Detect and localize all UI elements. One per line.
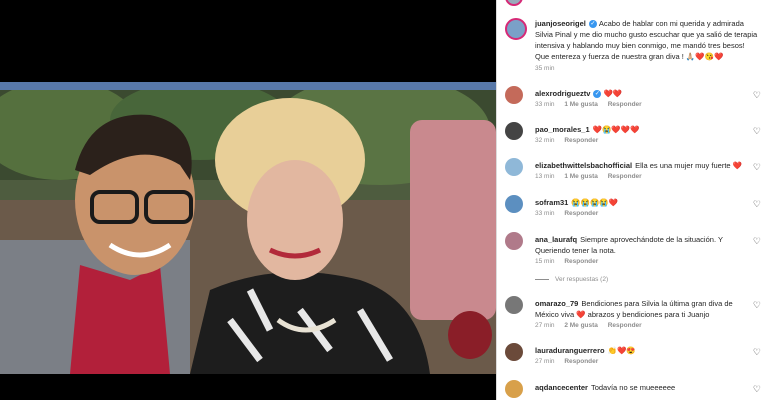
comment-username[interactable]: ana_laurafq	[535, 235, 577, 244]
reply-button[interactable]: Responder	[564, 258, 598, 265]
author-avatar[interactable]	[505, 18, 527, 40]
verified-icon: ✓	[593, 90, 602, 99]
reply-button[interactable]: Responder	[564, 210, 598, 217]
comment-time: 27 min	[535, 322, 555, 329]
reply-button[interactable]: Responder	[564, 358, 598, 365]
caption-username[interactable]: juanjoseorigel	[535, 19, 586, 28]
caption-time: 35 min	[535, 65, 555, 72]
comment-username[interactable]: lauraduranguerrero	[535, 346, 605, 355]
comment-time: 13 min	[535, 173, 555, 180]
like-heart-icon[interactable]: ♡	[753, 90, 761, 101]
avatar[interactable]	[505, 195, 523, 213]
photo-illustration	[0, 90, 496, 374]
comment-username[interactable]: pao_morales_1	[535, 125, 590, 134]
reply-button[interactable]: Responder	[608, 322, 642, 329]
like-heart-icon[interactable]: ♡	[753, 199, 761, 210]
like-heart-icon[interactable]: ♡	[753, 347, 761, 358]
like-heart-icon[interactable]: ♡	[753, 162, 761, 173]
comment-text: Todavía no se mueeeeee	[590, 383, 676, 392]
avatar[interactable]	[505, 122, 523, 140]
comment-likes[interactable]: 2 Me gusta	[564, 322, 598, 329]
like-heart-icon[interactable]: ♡	[753, 126, 761, 137]
photo-top-band	[0, 82, 496, 90]
comment-likes[interactable]: 1 Me gusta	[564, 101, 598, 108]
comment-username[interactable]: elizabethwittelsbachofficial	[535, 161, 632, 170]
comment-text: ❤️😭❤️❤️❤️	[592, 125, 640, 134]
comment-username[interactable]: sofram31	[535, 198, 568, 207]
comment-username[interactable]: omarazo_79	[535, 299, 578, 308]
comment-username[interactable]: aqdancecenter	[535, 383, 588, 392]
view-replies-link[interactable]: Ver respuestas (2)	[535, 276, 608, 283]
reply-button[interactable]: Responder	[564, 137, 598, 144]
comments-panel: juanjoseorigel ✓ Acabo de hablar con mi qu…	[496, 0, 768, 400]
avatar[interactable]	[505, 296, 523, 314]
avatar[interactable]	[505, 380, 523, 398]
comment-time: 27 min	[535, 358, 555, 365]
comment-time: 33 min	[535, 210, 555, 217]
avatar[interactable]	[505, 158, 523, 176]
comment-text: ❤️❤️	[603, 89, 623, 98]
comment-username[interactable]: alexrodrigueztv	[535, 89, 590, 98]
comment-likes[interactable]: 1 Me gusta	[564, 173, 598, 180]
replies-divider	[535, 278, 549, 280]
like-heart-icon[interactable]: ♡	[753, 384, 761, 395]
reply-button[interactable]: Responder	[608, 101, 642, 108]
comment-text: Ella es una mujer muy fuerte ❤️	[635, 161, 742, 170]
comment-text: 👏❤️😍	[607, 346, 636, 355]
avatar[interactable]	[505, 232, 523, 250]
comment-time: 15 min	[535, 258, 555, 265]
comment-text: 😭😭😭😭❤️	[571, 198, 619, 207]
avatar[interactable]	[505, 86, 523, 104]
verified-icon: ✓	[588, 20, 597, 29]
comment-time: 33 min	[535, 101, 555, 108]
like-heart-icon[interactable]: ♡	[753, 236, 761, 247]
reply-button[interactable]: Responder	[608, 173, 642, 180]
like-heart-icon[interactable]: ♡	[753, 300, 761, 311]
post-media	[0, 0, 496, 400]
comment-time: 32 min	[535, 137, 555, 144]
post-photo[interactable]	[0, 82, 496, 374]
avatar[interactable]	[505, 343, 523, 361]
top-avatar[interactable]	[505, 0, 523, 6]
